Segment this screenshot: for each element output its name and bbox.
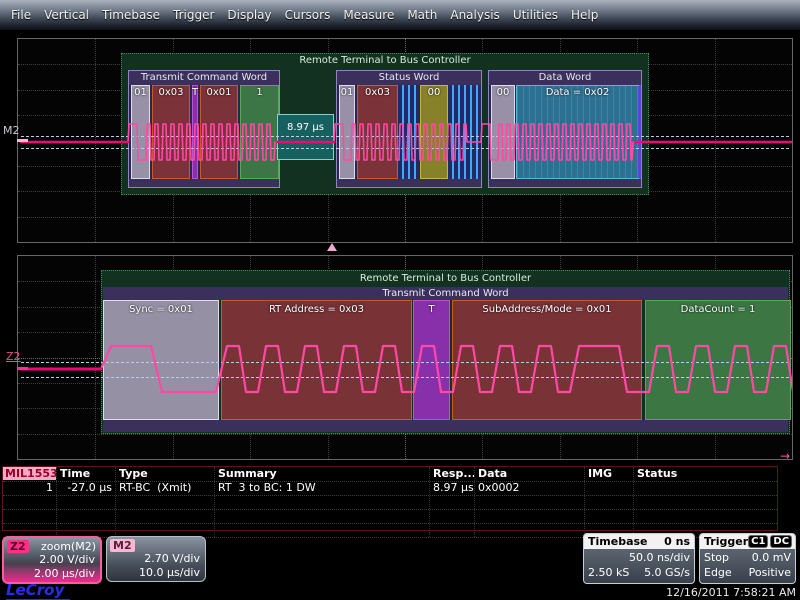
menu-cursors[interactable]: Cursors bbox=[285, 8, 331, 22]
top-waveform-panel[interactable]: Remote Terminal to Bus Controller Transm… bbox=[17, 38, 793, 243]
table-empty-row bbox=[3, 510, 777, 524]
table-header-row: MIL1553 Time Type Summary Resp... Data I… bbox=[3, 467, 777, 482]
m2-vdiv: 2.70 V/div bbox=[107, 552, 205, 566]
cell-status bbox=[634, 482, 777, 495]
trigger-mode: Stop bbox=[704, 552, 729, 564]
z2-waveform-trace bbox=[18, 256, 792, 459]
trigger-descriptor[interactable]: Trigger C1 DC Stop 0.0 mV Edge Positive bbox=[699, 533, 796, 584]
timebase-rate: 5.0 GS/s bbox=[644, 567, 690, 579]
trigger-label: Trigger bbox=[704, 534, 748, 549]
trigger-level: 0.0 mV bbox=[752, 552, 791, 564]
column-header-type: Type bbox=[116, 467, 215, 481]
cell-resp: 8.97 µs bbox=[430, 482, 475, 495]
menu-analysis[interactable]: Analysis bbox=[450, 8, 499, 22]
z2-title: zoom(M2) bbox=[41, 540, 96, 553]
menu-vertical[interactable]: Vertical bbox=[44, 8, 89, 22]
trigger-type: Edge bbox=[704, 567, 732, 579]
decode-result-table: MIL1553 Time Type Summary Resp... Data I… bbox=[2, 466, 778, 531]
column-header-resp: Resp... bbox=[430, 467, 475, 481]
channel-label-z2: Z2 bbox=[6, 350, 21, 363]
column-header-summary: Summary bbox=[215, 467, 430, 481]
oscilloscope-screen: File Vertical Timebase Trigger Display C… bbox=[0, 0, 800, 600]
m2-waveform-trace bbox=[18, 39, 792, 242]
timebase-descriptor[interactable]: Timebase 0 ns 50.0 ns/div 2.50 kS 5.0 GS… bbox=[583, 533, 695, 584]
trigger-position-marker-icon[interactable] bbox=[327, 243, 337, 251]
menu-file[interactable]: File bbox=[11, 8, 31, 22]
column-header-data: Data bbox=[475, 467, 585, 481]
datetime-display: 12/16/2011 7:58:21 AM bbox=[666, 586, 796, 599]
menu-trigger[interactable]: Trigger bbox=[173, 8, 214, 22]
table-empty-row bbox=[3, 496, 777, 510]
timebase-offset: 0 ns bbox=[664, 534, 690, 549]
trigger-source-badge: C1 bbox=[748, 535, 768, 548]
trigger-coupling-badge: DC bbox=[770, 535, 792, 548]
m2-level-indicator[interactable] bbox=[17, 139, 28, 142]
m2-badge: M2 bbox=[110, 539, 135, 552]
z2-tdiv: 2.00 µs/div bbox=[4, 567, 100, 581]
column-header-status: Status bbox=[634, 467, 777, 481]
zoom-waveform-panel[interactable]: Remote Terminal to Bus Controller Transm… bbox=[17, 255, 793, 460]
cell-summary: RT 3 to BC: 1 DW bbox=[215, 482, 430, 495]
table-row[interactable]: 1 -27.0 µs RT-BC (Xmit) RT 3 to BC: 1 DW… bbox=[3, 482, 777, 496]
menu-bar: File Vertical Timebase Trigger Display C… bbox=[0, 0, 800, 30]
cell-time: -27.0 µs bbox=[57, 482, 116, 495]
z2-level-indicator[interactable] bbox=[17, 367, 28, 370]
m2-tdiv: 10.0 µs/div bbox=[107, 566, 205, 580]
cell-index: 1 bbox=[3, 482, 57, 495]
channel-label-m2: M2 bbox=[3, 124, 20, 137]
lecroy-logo: LeCroy bbox=[6, 581, 70, 600]
cell-type: RT-BC (Xmit) bbox=[116, 482, 215, 495]
menu-display[interactable]: Display bbox=[227, 8, 271, 22]
cell-data: 0x0002 bbox=[475, 482, 585, 495]
timebase-tdiv: 50.0 ns/div bbox=[629, 552, 690, 564]
column-header-img: IMG bbox=[585, 467, 634, 481]
decoder-tab-mil1553[interactable]: MIL1553 bbox=[3, 467, 57, 480]
menu-help[interactable]: Help bbox=[571, 8, 598, 22]
menu-math[interactable]: Math bbox=[407, 8, 437, 22]
timebase-label: Timebase bbox=[588, 534, 648, 549]
timebase-samples: 2.50 kS bbox=[588, 567, 629, 579]
column-header-time: Time bbox=[57, 467, 116, 481]
cell-img bbox=[585, 482, 634, 495]
decoder-tab: MIL1553 bbox=[3, 467, 57, 481]
trigger-time-arrow-icon bbox=[780, 449, 790, 463]
trigger-slope: Positive bbox=[749, 567, 791, 579]
m2-trace-descriptor[interactable]: M2 2.70 V/div 10.0 µs/div bbox=[106, 536, 206, 582]
z2-vdiv: 2.00 V/div bbox=[4, 553, 100, 567]
menu-utilities[interactable]: Utilities bbox=[513, 8, 558, 22]
z2-badge: Z2 bbox=[7, 540, 29, 553]
menu-measure[interactable]: Measure bbox=[343, 8, 394, 22]
z2-trace-descriptor[interactable]: Z2 zoom(M2) 2.00 V/div 2.00 µs/div bbox=[2, 536, 102, 584]
menu-timebase[interactable]: Timebase bbox=[102, 8, 160, 22]
